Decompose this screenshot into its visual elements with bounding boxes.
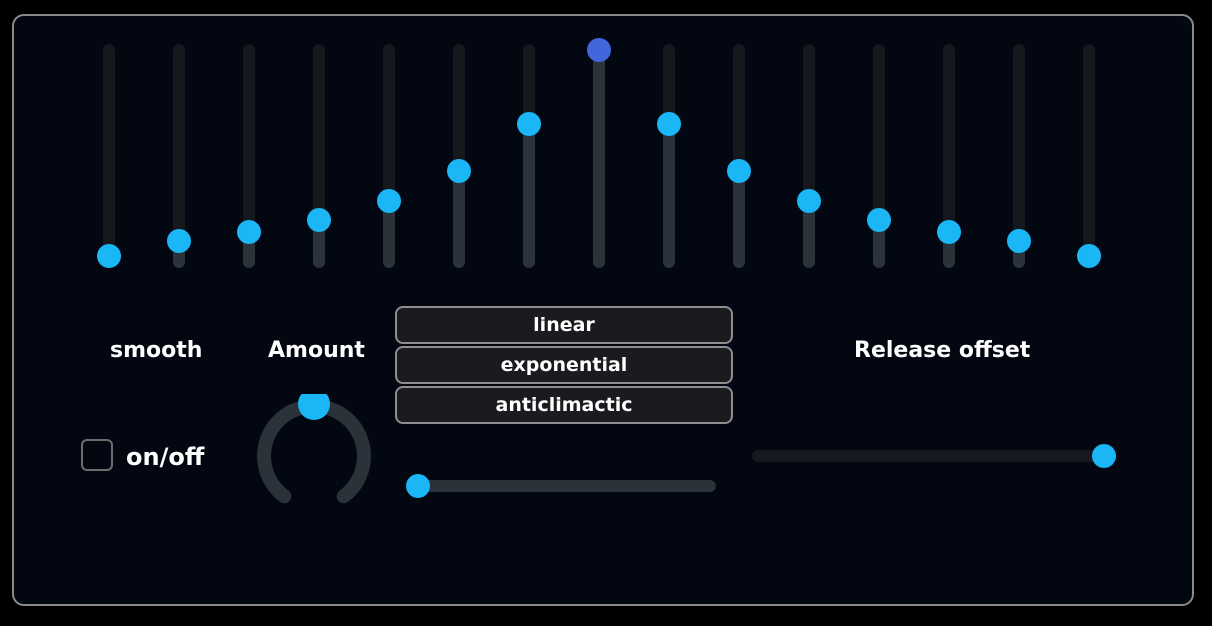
eq-slider-knob[interactable] [1007,228,1031,253]
mode-button-anticlimactic[interactable]: anticlimactic [395,386,733,424]
mode-button-linear[interactable]: linear [395,306,733,344]
eq-slider-track [1083,44,1095,268]
eq-slider[interactable] [929,44,969,268]
eq-slider[interactable] [439,44,479,268]
eq-slider-knob[interactable] [587,38,611,62]
eq-slider-knob[interactable] [727,158,751,183]
eq-slider-fill [593,50,605,268]
eq-slider[interactable] [159,44,199,268]
eq-slider-knob[interactable] [307,207,331,232]
eq-slider-knob[interactable] [377,188,401,213]
mode-button-exponential[interactable]: exponential [395,346,733,384]
release-offset-track [752,450,1110,462]
eq-slider[interactable] [509,44,549,268]
curve-slider[interactable] [406,471,716,501]
eq-slider[interactable] [369,44,409,268]
release-offset-label: Release offset [854,338,1031,363]
amount-label: Amount [268,338,365,363]
eq-slider-knob[interactable] [867,207,891,232]
eq-slider-knob[interactable] [657,112,681,137]
eq-slider-knob[interactable] [937,220,961,245]
eq-slider[interactable] [719,44,759,268]
eq-slider[interactable] [649,44,689,268]
amount-dial[interactable] [252,388,376,518]
eq-slider[interactable] [1069,44,1109,268]
release-offset-knob[interactable] [1092,444,1116,468]
eq-slider[interactable] [999,44,1039,268]
eq-slider[interactable] [789,44,829,268]
eq-slider[interactable] [299,44,339,268]
eq-slider-fill [523,124,535,268]
eq-slider-fill [733,170,745,268]
eq-slider[interactable] [579,38,619,268]
release-offset-slider[interactable] [752,441,1116,471]
curve-slider-knob[interactable] [406,474,430,498]
eq-slider-fill [663,124,675,268]
on-off-label: on/off [126,443,205,471]
curve-slider-track [412,480,716,492]
on-off-checkbox[interactable] [81,439,113,471]
eq-slider-fill [453,170,465,268]
eq-slider-knob[interactable] [517,112,541,137]
eq-slider-knob[interactable] [167,228,191,253]
eq-slider-knob[interactable] [237,220,261,245]
eq-slider[interactable] [859,44,899,268]
eq-slider[interactable] [89,44,129,268]
eq-slider-knob[interactable] [97,243,121,268]
eq-slider-knob[interactable] [1077,243,1101,268]
smooth-label: smooth [110,338,203,363]
eq-slider-knob[interactable] [447,158,471,183]
eq-slider-knob[interactable] [797,188,821,213]
eq-slider-track [103,44,115,268]
amount-dial-knob[interactable] [298,388,330,420]
eq-slider[interactable] [229,44,269,268]
